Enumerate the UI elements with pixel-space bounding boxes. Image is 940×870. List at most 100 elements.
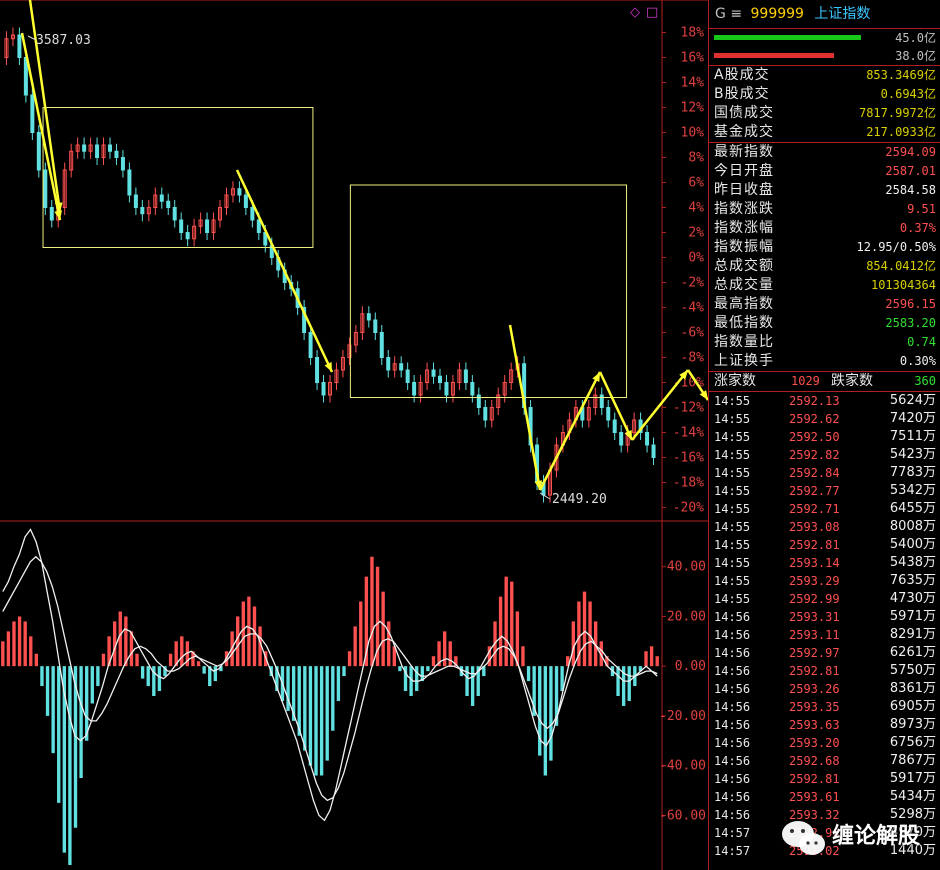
macd-axis-label: -60.00 (659, 808, 706, 823)
trend-arrow (235, 169, 334, 373)
candle-body (308, 332, 313, 358)
y-axis-label: 6% (688, 176, 704, 191)
y-axis-label: -16% (673, 451, 704, 466)
tick-row[interactable]: 14:56 2592.68 7867万 (709, 752, 940, 770)
candle-body (36, 132, 41, 171)
candle-body (379, 332, 384, 358)
tick-row[interactable]: 14:55 2593.29 7635万 (709, 572, 940, 590)
menu-icon[interactable]: ≡ (730, 6, 742, 22)
tick-row[interactable]: 14:55 2592.84 7783万 (709, 464, 940, 482)
y-axis-label: -6% (681, 326, 705, 341)
tick-price: 2592.71 (789, 502, 840, 516)
tick-row[interactable]: 14:56 2593.26 8361万 (709, 680, 940, 698)
stats-label: 总成交额 (714, 258, 774, 274)
candle-body (366, 313, 371, 321)
tick-row[interactable]: 14:55 2592.81 5400万 (709, 536, 940, 554)
tick-volume: 7783万 (889, 465, 936, 480)
tick-time: 14:56 (714, 646, 751, 660)
volume-bars: 45.0亿 38.0亿 (709, 29, 940, 65)
candle-body (108, 144, 112, 152)
tick-volume: 8008万 (889, 519, 936, 534)
tick-time: 14:56 (714, 790, 751, 804)
tick-row[interactable]: 14:56 2592.81 5917万 (709, 770, 940, 788)
candle-body (373, 319, 378, 333)
tick-row[interactable]: 14:55 2592.62 7420万 (709, 410, 940, 428)
candle-body (470, 382, 475, 396)
chart-area[interactable]: 18% 16% 14% 12% 10% 8% 6% 4% 2% 0% -2% -4% -6% -8% -10… (0, 0, 708, 870)
tick-price: 2593.26 (789, 682, 840, 696)
watermark-text: 缠论解股 (832, 824, 921, 849)
tick-row[interactable]: 14:55 2593.08 8008万 (709, 518, 940, 536)
up-count-value: 1029 (791, 374, 820, 388)
tick-row[interactable]: 14:56 2593.11 8291万 (709, 626, 940, 644)
macd-axis-label: -20.00 (659, 709, 706, 724)
candle-body (243, 194, 248, 208)
tick-row[interactable]: 14:56 2593.63 8973万 (709, 716, 940, 734)
candle-body (159, 194, 164, 202)
volumes-label: 国债成交 (714, 105, 774, 121)
stats-label: 上证换手 (714, 353, 774, 369)
tick-row[interactable]: 14:55 2592.50 7511万 (709, 428, 940, 446)
tick-row[interactable]: 14:56 2593.20 6756万 (709, 734, 940, 752)
tick-row[interactable]: 14:55 2592.77 5342万 (709, 482, 940, 500)
volumes-row: A股成交 853.3469亿 (709, 66, 940, 85)
tick-row[interactable]: 14:55 2592.71 6455万 (709, 500, 940, 518)
trend-arrow (20, 32, 62, 221)
y-axis-label: -2% (681, 276, 705, 291)
candle-body (321, 382, 326, 396)
tick-time: 14:55 (714, 466, 751, 480)
tick-row[interactable]: 14:56 2593.61 5434万 (709, 788, 940, 806)
candle-body (483, 407, 488, 421)
tick-volume: 5750万 (889, 663, 936, 678)
candle-body (612, 419, 617, 433)
tick-time: 14:56 (714, 682, 751, 696)
candle-body (405, 369, 410, 383)
tick-row[interactable]: 14:56 2592.97 6261万 (709, 644, 940, 662)
stats-row: 指数涨跌 9.51 (709, 200, 940, 219)
tick-volume: 7511万 (889, 429, 936, 444)
candle-body (256, 219, 261, 233)
macd-dif-line (2, 528, 658, 822)
stats-value: 0.37% (899, 221, 936, 235)
stats-label: 指数涨幅 (714, 220, 774, 236)
tick-time: 14:55 (714, 484, 751, 498)
stats-label: 最低指数 (714, 315, 774, 331)
tick-list[interactable]: 14:55 2592.13 5624万 14:55 2592.62 7420万 14:55 2… (709, 391, 940, 860)
tick-volume: 6756万 (889, 735, 936, 750)
candle-body (399, 363, 404, 371)
down-count-value: 360 (914, 374, 936, 388)
volumes-value: 853.3469亿 (866, 68, 936, 82)
stats-value: 2587.01 (885, 164, 936, 178)
index-chart-svg[interactable]: 18%16%14%12%10%8%6%4%2%0%-2%-4%-6%-8%-10… (0, 0, 708, 870)
y-axis-label: -12% (673, 401, 704, 416)
tick-volume: 5423万 (889, 447, 936, 462)
stats-label: 昨日收盘 (714, 182, 774, 198)
macd-dea-line (2, 555, 658, 802)
tick-row[interactable]: 14:56 2593.35 6905万 (709, 698, 940, 716)
diamond-icon[interactable]: ◇ (630, 5, 640, 20)
tick-row[interactable]: 14:55 2592.82 5423万 (709, 446, 940, 464)
watermark: 缠论解股 (770, 812, 940, 870)
tick-row[interactable]: 14:56 2593.31 5971万 (709, 608, 940, 626)
candle-body (43, 169, 48, 208)
tick-row[interactable]: 14:55 2593.14 5438万 (709, 554, 940, 572)
group-icon[interactable]: G (715, 6, 726, 22)
tick-time: 14:57 (714, 844, 751, 858)
tick-time: 14:55 (714, 520, 751, 534)
trend-arrow (508, 324, 542, 491)
tick-row[interactable]: 14:55 2592.99 4730万 (709, 590, 940, 608)
tick-price: 2593.11 (789, 628, 840, 642)
candle-body (438, 375, 442, 383)
stats-row: 最高指数 2596.15 (709, 295, 940, 314)
tick-row[interactable]: 14:55 2592.13 5624万 (709, 392, 940, 410)
candle-body (250, 207, 255, 221)
window-icon[interactable]: □ (646, 5, 658, 20)
index-code: 999999 (750, 6, 804, 22)
candle-body (386, 357, 391, 371)
candle-body (185, 232, 190, 240)
y-axis-label: 4% (688, 201, 704, 216)
tick-volume: 5971万 (889, 609, 936, 624)
stats-label: 指数振幅 (714, 239, 774, 255)
tick-row[interactable]: 14:56 2592.81 5750万 (709, 662, 940, 680)
tick-time: 14:55 (714, 574, 751, 588)
